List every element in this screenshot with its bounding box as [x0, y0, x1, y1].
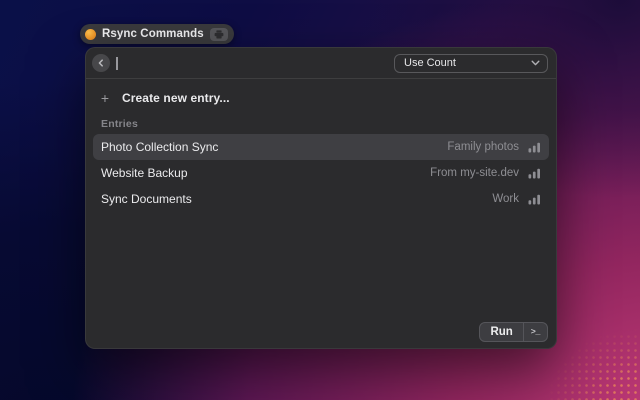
entries-section-label: Entries: [101, 118, 556, 130]
window-title: Rsync Commands: [102, 28, 204, 40]
text-caret: [116, 57, 118, 70]
bar-chart-icon: [528, 168, 541, 179]
sort-dropdown[interactable]: Use Count: [394, 54, 548, 73]
terminal-button[interactable]: >_: [524, 323, 547, 341]
printer-icon: [210, 28, 228, 41]
search-header: Use Count: [86, 48, 556, 78]
bar-chart-icon: [528, 142, 541, 153]
plus-icon: +: [100, 91, 110, 105]
list-item[interactable]: Photo Collection Sync Family photos: [93, 134, 549, 160]
bar-chart-icon: [528, 194, 541, 205]
terminal-prompt-icon: >_: [531, 327, 540, 337]
entry-title: Photo Collection Sync: [101, 140, 218, 154]
desktop-wallpaper: Rsync Commands Use Count: [0, 0, 640, 400]
create-new-entry-label: Create new entry...: [122, 91, 230, 105]
list-item[interactable]: Sync Documents Work: [93, 186, 549, 212]
chevron-down-icon: [531, 60, 540, 66]
create-new-entry-button[interactable]: + Create new entry...: [86, 87, 556, 109]
entry-title: Sync Documents: [101, 192, 192, 206]
header-divider: [86, 78, 556, 79]
entries-list: Photo Collection Sync Family photos Webs…: [86, 134, 556, 212]
search-input[interactable]: [110, 48, 394, 78]
sort-dropdown-value: Use Count: [404, 57, 456, 69]
run-button[interactable]: Run: [480, 323, 522, 341]
back-button[interactable]: [92, 54, 110, 72]
entry-accessory: Family photos: [447, 141, 519, 153]
extension-icon: [85, 29, 96, 40]
entry-accessory: Work: [492, 193, 519, 205]
entry-title: Website Backup: [101, 166, 188, 180]
window-title-pill[interactable]: Rsync Commands: [80, 24, 234, 44]
list-item[interactable]: Website Backup From my-site.dev: [93, 160, 549, 186]
entry-accessory: From my-site.dev: [430, 167, 519, 179]
run-split-button: Run >_: [479, 322, 548, 342]
command-palette-window: Use Count + Create new entry... Entries …: [85, 47, 557, 349]
chevron-left-icon: [97, 59, 105, 67]
